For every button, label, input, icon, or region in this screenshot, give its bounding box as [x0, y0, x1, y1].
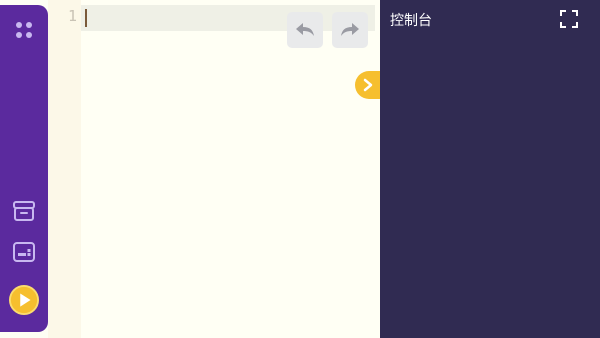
panel-toggle-button[interactable]	[355, 71, 381, 99]
keyboard-button[interactable]	[9, 237, 39, 267]
sidebar	[0, 5, 48, 332]
console-panel: 控制台	[380, 0, 600, 338]
line-gutter: 1	[48, 0, 81, 338]
undo-button[interactable]	[287, 12, 323, 48]
undo-icon	[296, 23, 314, 36]
console-title: 控制台	[390, 13, 432, 29]
run-button[interactable]	[9, 285, 39, 315]
code-editor[interactable]: 1	[48, 0, 380, 338]
keyboard-icon	[13, 242, 35, 262]
box-icon	[13, 201, 35, 221]
chevron-right-icon	[363, 78, 373, 92]
apps-menu-button[interactable]	[9, 15, 39, 45]
line-number: 1	[67, 7, 77, 25]
play-icon	[9, 285, 39, 315]
text-cursor	[85, 9, 87, 27]
fullscreen-icon[interactable]	[560, 10, 578, 28]
box-button[interactable]	[9, 196, 39, 226]
redo-button[interactable]	[332, 12, 368, 48]
apps-grid-icon	[16, 22, 32, 38]
redo-icon	[341, 23, 359, 36]
active-line-highlight	[81, 5, 375, 31]
